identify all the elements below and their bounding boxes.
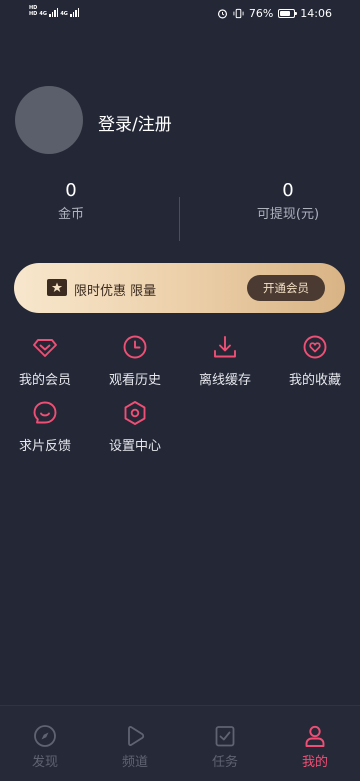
menu-item-feedback[interactable]: 求片反馈 — [0, 400, 90, 454]
menu-item-membership[interactable]: 我的会员 — [0, 334, 90, 388]
tab-mine[interactable]: 我的 — [270, 724, 360, 770]
menu-item-settings[interactable]: 设置中心 — [90, 400, 180, 454]
menu-label-feedback: 求片反馈 — [18, 439, 71, 454]
vibrate-icon — [233, 8, 244, 19]
download-icon — [214, 336, 236, 358]
play-icon — [128, 726, 145, 746]
diamond-icon — [33, 339, 57, 357]
clock-time: 14:06 — [300, 7, 332, 20]
signal-indicators: HD HD 4G 4G — [29, 5, 80, 17]
hd-label-bottom: HD — [29, 11, 38, 17]
menu-item-watch-history[interactable]: 观看历史 — [90, 334, 180, 388]
menu-label-watch-history: 观看历史 — [108, 373, 161, 388]
withdrawable-value: 0 — [282, 180, 294, 201]
vip-promo-text: 限时优惠 限量 — [74, 284, 157, 299]
signal-icon-1 — [48, 7, 59, 17]
menu-item-offline-cache[interactable]: 离线缓存 — [180, 334, 270, 388]
battery-icon — [278, 9, 298, 18]
menu-label-offline-cache: 离线缓存 — [198, 373, 251, 388]
coins-value: 0 — [65, 180, 77, 201]
menu-item-favorites[interactable]: 我的收藏 — [270, 334, 360, 388]
vip-promo-banner[interactable]: 限时优惠 限量 开通会员 — [14, 263, 345, 313]
tab-label-mine: 我的 — [301, 755, 328, 770]
chat-bubble-icon — [33, 401, 57, 424]
bottom-nav: 发现 频道 任务 我的 — [0, 705, 360, 781]
heart-icon — [303, 335, 327, 359]
clock-icon — [123, 335, 147, 359]
tab-channels[interactable]: 频道 — [90, 724, 180, 770]
stats-divider — [179, 197, 180, 241]
tab-label-discover: 发现 — [31, 755, 58, 770]
tab-discover[interactable]: 发现 — [0, 724, 90, 770]
battery-percent: 76% — [248, 7, 274, 20]
compass-icon — [34, 725, 56, 747]
login-register-link[interactable]: 登录/注册 — [98, 110, 172, 135]
network-label-2: 4G — [60, 11, 68, 17]
tab-label-channels: 频道 — [121, 755, 148, 770]
user-icon — [305, 725, 325, 747]
settings-hexagon-icon — [124, 401, 146, 425]
network-label-1: 4G — [39, 11, 47, 17]
vip-ticket-icon — [47, 279, 67, 296]
status-bar: HD HD 4G 4G 76% 14:06 — [0, 0, 360, 28]
alarm-icon — [217, 9, 227, 19]
coins-stat[interactable]: 0 金币 — [11, 180, 131, 222]
signal-icon-2 — [69, 7, 80, 17]
open-membership-button[interactable]: 开通会员 — [247, 275, 325, 301]
withdrawable-label: 可提现(元) — [256, 207, 320, 222]
avatar[interactable] — [15, 86, 83, 154]
menu-label-settings: 设置中心 — [108, 439, 161, 454]
withdrawable-stat[interactable]: 0 可提现(元) — [228, 180, 348, 222]
menu-label-membership: 我的会员 — [18, 373, 71, 388]
menu-label-favorites: 我的收藏 — [288, 373, 341, 388]
tab-tasks[interactable]: 任务 — [180, 724, 270, 770]
tab-label-tasks: 任务 — [211, 755, 238, 770]
task-check-icon — [215, 726, 235, 747]
coins-label: 金币 — [57, 207, 84, 222]
